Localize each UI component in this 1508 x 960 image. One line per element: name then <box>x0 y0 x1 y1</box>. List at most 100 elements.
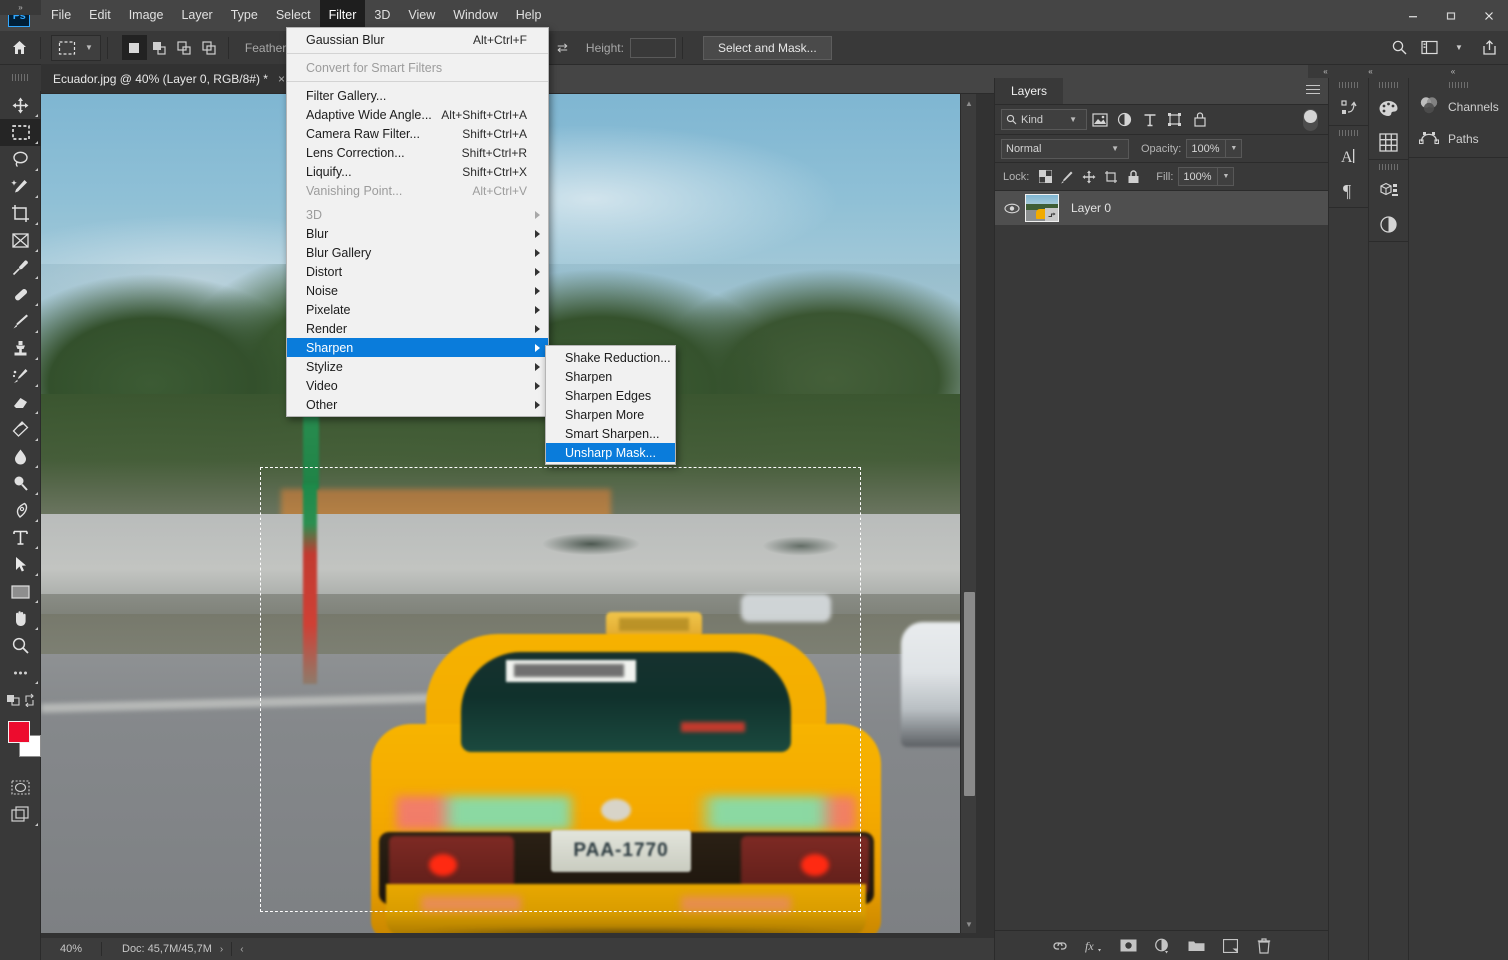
menu-item-sharpen-edges[interactable]: Sharpen Edges <box>546 386 675 405</box>
delete-layer-icon[interactable] <box>1254 936 1274 956</box>
subtract-from-selection-button[interactable] <box>172 35 197 60</box>
history-brush-tool[interactable] <box>0 362 41 389</box>
share-icon[interactable] <box>1476 35 1502 61</box>
fill-value[interactable]: 100% <box>1178 167 1218 186</box>
height-input[interactable] <box>630 38 676 58</box>
dock-grip[interactable] <box>1329 126 1368 139</box>
filter-dropdown-menu[interactable]: Gaussian Blur Alt+Ctrl+F Convert for Sma… <box>286 27 549 417</box>
clone-stamp-tool[interactable] <box>0 335 41 362</box>
move-tool[interactable] <box>0 92 41 119</box>
menu-item-sharpen-more[interactable]: Sharpen More <box>546 405 675 424</box>
vertical-scroll-thumb[interactable] <box>964 592 975 796</box>
close-button[interactable] <box>1470 0 1508 31</box>
dock-grip[interactable] <box>1369 78 1408 91</box>
table-row[interactable]: Layer 0 <box>995 191 1328 225</box>
canvas-vertical-scrollbar[interactable]: ▲ ▼ <box>960 94 976 933</box>
layer-visibility-toggle[interactable] <box>999 203 1025 214</box>
screen-mode-icon[interactable] <box>0 801 41 828</box>
menu-type[interactable]: Type <box>222 0 267 31</box>
pen-tool[interactable] <box>0 497 41 524</box>
search-icon[interactable] <box>1386 35 1412 61</box>
eyedropper-tool[interactable] <box>0 254 41 281</box>
layer-filter-toggle[interactable] <box>1303 109 1318 131</box>
menu-item-render[interactable]: Render <box>287 319 548 338</box>
sharpen-submenu[interactable]: Shake Reduction... Sharpen Sharpen Edges… <box>545 345 676 465</box>
menu-item-shake-reduction[interactable]: Shake Reduction... <box>546 348 675 367</box>
lasso-tool[interactable] <box>0 146 41 173</box>
menu-item-smart-sharpen[interactable]: Smart Sharpen... <box>546 424 675 443</box>
dodge-tool[interactable] <box>0 470 41 497</box>
lock-image-pixels-icon[interactable] <box>1056 166 1078 188</box>
layer-thumbnail[interactable] <box>1025 194 1059 222</box>
add-layer-mask-icon[interactable] <box>1118 936 1138 956</box>
menu-item-liquify[interactable]: Liquify... Shift+Ctrl+X <box>287 162 548 181</box>
add-to-selection-button[interactable] <box>147 35 172 60</box>
new-layer-icon[interactable] <box>1220 936 1240 956</box>
maximize-button[interactable] <box>1432 0 1470 31</box>
fill-slider-chevron-down-icon[interactable]: ▼ <box>1218 167 1234 186</box>
panel-menu-icon[interactable] <box>1306 85 1320 97</box>
add-layer-style-icon[interactable]: fx <box>1084 936 1104 956</box>
path-selection-tool[interactable] <box>0 551 41 578</box>
menu-item-stylize[interactable]: Stylize <box>287 357 548 376</box>
menu-item-unsharp-mask[interactable]: Unsharp Mask... <box>546 443 675 462</box>
menu-layer[interactable]: Layer <box>172 0 221 31</box>
blend-mode-select[interactable]: Normal ▼ <box>1001 139 1129 159</box>
document-tab-ecuador[interactable]: Ecuador.jpg @ 40% (Layer 0, RGB/8#) * × <box>41 64 294 93</box>
default-colors-and-swap[interactable] <box>0 686 41 713</box>
foreground-color-swatch[interactable] <box>8 721 30 743</box>
swap-dimensions-icon[interactable]: ⇄ <box>557 40 568 56</box>
lock-artboard-icon[interactable] <box>1100 166 1122 188</box>
edit-toolbar-tool[interactable] <box>0 659 41 686</box>
menu-item-camera-raw-filter[interactable]: Camera Raw Filter... Shift+Ctrl+A <box>287 124 548 143</box>
gradient-tool[interactable] <box>0 416 41 443</box>
menu-item-noise[interactable]: Noise <box>287 281 548 300</box>
zoom-level[interactable]: 40% <box>41 943 101 955</box>
menu-item-gaussian-blur[interactable]: Gaussian Blur Alt+Ctrl+F <box>287 30 548 49</box>
collapse-dock2-button[interactable]: « <box>1343 65 1398 78</box>
spot-healing-brush-tool[interactable] <box>0 281 41 308</box>
collapse-dock3-button[interactable]: « <box>1398 65 1508 78</box>
horizontal-type-tool[interactable] <box>0 524 41 551</box>
status-expand-arrow-icon[interactable]: › <box>212 944 231 955</box>
dock-item-channels[interactable]: Channels <box>1409 91 1508 123</box>
rectangular-marquee-tool[interactable] <box>0 119 41 146</box>
hand-tool[interactable] <box>0 605 41 632</box>
dock-grip[interactable] <box>1369 160 1408 173</box>
color-swatches-icon[interactable] <box>1369 91 1408 125</box>
select-and-mask-button[interactable]: Select and Mask... <box>703 36 832 60</box>
dock-item-paths[interactable]: Paths <box>1409 123 1508 155</box>
character-icon[interactable]: A <box>1329 139 1368 173</box>
pixel-layers-filter-icon[interactable] <box>1087 109 1112 131</box>
brush-tool[interactable] <box>0 308 41 335</box>
rectangle-tool[interactable] <box>0 578 41 605</box>
crop-tool[interactable] <box>0 200 41 227</box>
menu-image[interactable]: Image <box>120 0 173 31</box>
opacity-slider-chevron-down-icon[interactable]: ▼ <box>1226 139 1242 158</box>
layer-name[interactable]: Layer 0 <box>1071 201 1111 215</box>
menu-item-other[interactable]: Other <box>287 395 548 414</box>
menu-item-sharpen[interactable]: Sharpen <box>287 338 548 357</box>
new-selection-button[interactable] <box>122 35 147 60</box>
home-icon[interactable] <box>4 33 34 63</box>
paragraph-icon[interactable]: ¶ <box>1329 173 1368 207</box>
3d-icon[interactable] <box>1369 173 1408 207</box>
patterns-icon[interactable] <box>1369 125 1408 159</box>
menu-edit[interactable]: Edit <box>80 0 120 31</box>
workspace-icon[interactable] <box>1416 35 1442 61</box>
history-icon[interactable] <box>1329 91 1368 125</box>
quick-selection-tool[interactable] <box>0 173 41 200</box>
close-icon[interactable]: × <box>278 72 285 86</box>
menu-item-filter-gallery[interactable]: Filter Gallery... <box>287 86 548 105</box>
zoom-tool[interactable] <box>0 632 41 659</box>
eraser-tool[interactable] <box>0 389 41 416</box>
tool-preset-picker[interactable]: ▼ <box>51 35 101 61</box>
opacity-value[interactable]: 100% <box>1186 139 1226 158</box>
adjustments-icon[interactable] <box>1369 207 1408 241</box>
menu-file[interactable]: File <box>42 0 80 31</box>
marching-ants-selection[interactable] <box>260 467 861 912</box>
menu-item-adaptive-wide-angle[interactable]: Adaptive Wide Angle... Alt+Shift+Ctrl+A <box>287 105 548 124</box>
chevron-down-icon[interactable]: ▼ <box>1446 35 1472 61</box>
menu-item-pixelate[interactable]: Pixelate <box>287 300 548 319</box>
quick-mask-icon[interactable] <box>0 774 41 801</box>
